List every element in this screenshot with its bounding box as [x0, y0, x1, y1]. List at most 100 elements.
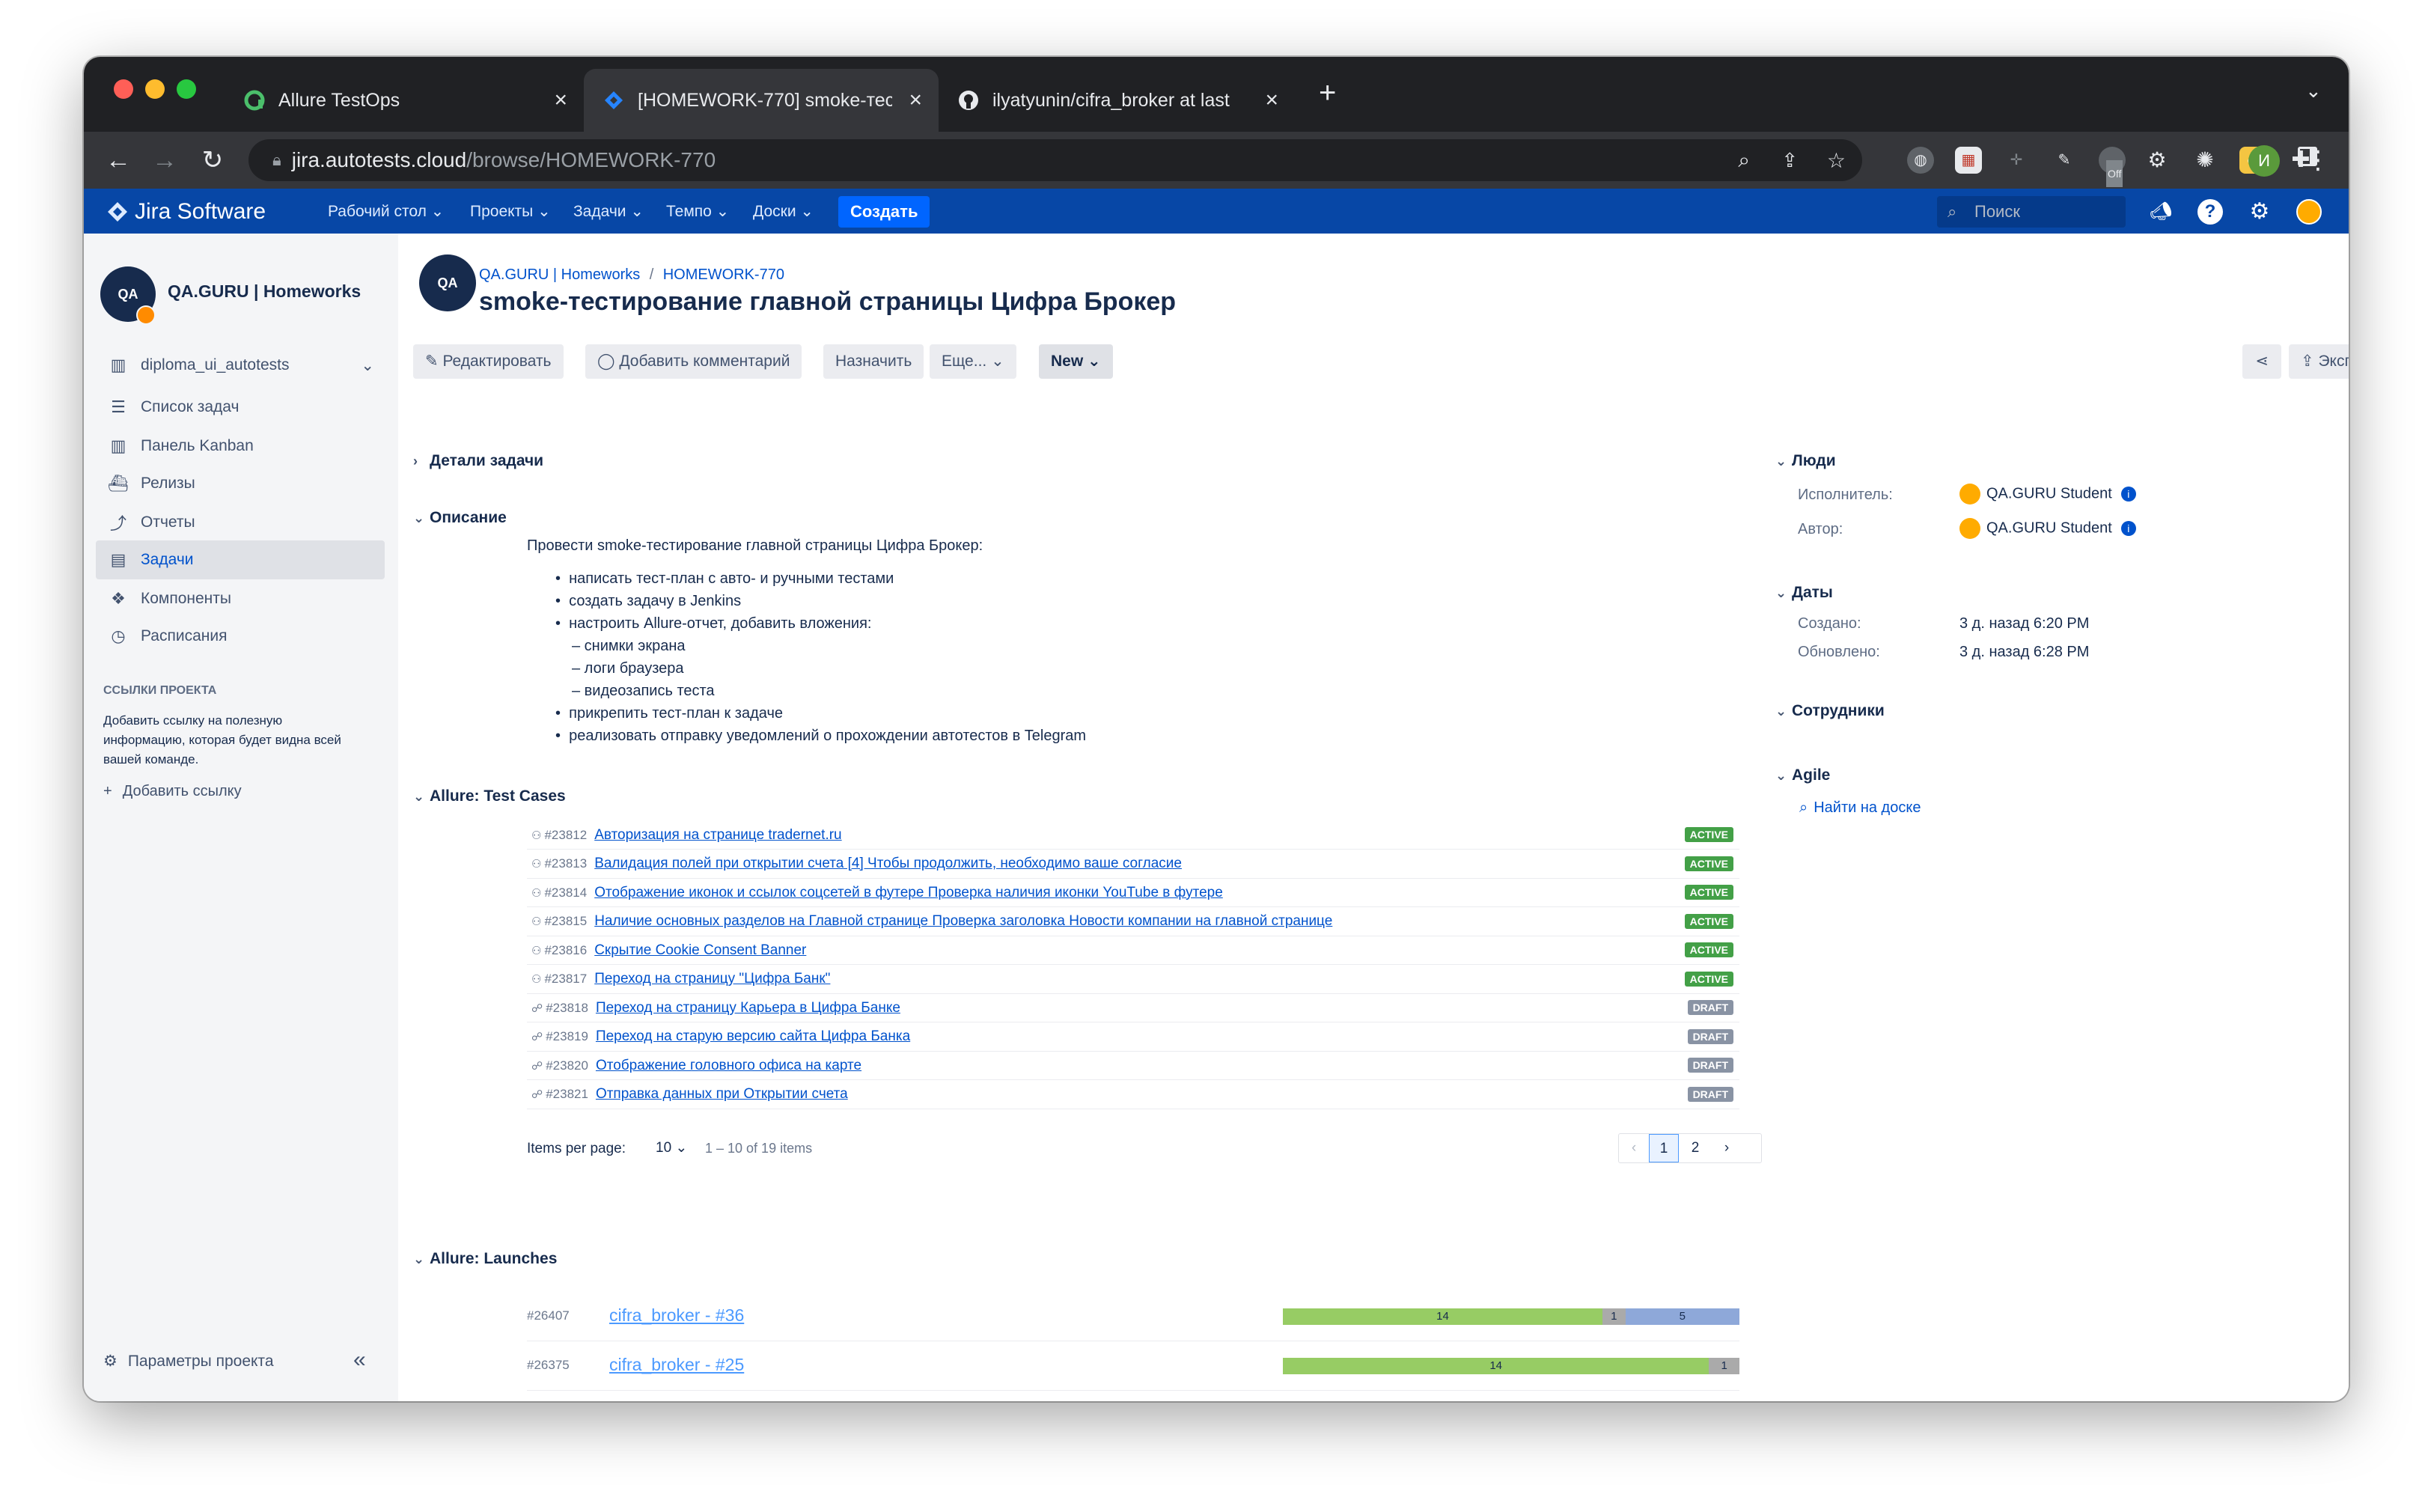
sidebar-item-reports[interactable]: ⤴ Отчеты — [96, 503, 385, 542]
new-tab-icon[interactable]: + — [1319, 78, 1336, 108]
menu-projects[interactable]: Проекты ⌄ — [470, 202, 551, 221]
test-case-link[interactable]: Скрытие Cookie Consent Banner — [594, 942, 806, 959]
items-per-page-select[interactable]: 10 ⌄ — [656, 1139, 687, 1156]
pen-extension-icon[interactable]: ✎ — [2051, 147, 2078, 174]
avatar — [1959, 484, 1980, 504]
test-case-link[interactable]: Переход на старую версию сайта Цифра Бан… — [596, 1028, 910, 1045]
sidebar-item-components[interactable]: ❖ Компоненты — [96, 579, 385, 618]
assign-button[interactable]: Назначить — [823, 344, 924, 379]
share-button[interactable]: ⋖ — [2242, 344, 2281, 379]
sidebar-item-releases[interactable]: ⛴︎ Релизы — [96, 464, 385, 503]
next-page-icon[interactable]: › — [1712, 1140, 1742, 1156]
create-button[interactable]: Создать — [838, 196, 930, 228]
sidepanel-icon[interactable] — [2332, 147, 2349, 174]
profile-avatar[interactable]: И — [2248, 145, 2280, 177]
tab-homework-770[interactable]: [HOMEWORK-770] smoke-тес × — [584, 69, 939, 132]
settings-gear-icon[interactable]: ⚙ — [2247, 199, 2272, 225]
user-avatar[interactable] — [2296, 199, 2322, 225]
globe-extension-icon[interactable]: ◍ — [1907, 147, 1934, 174]
off-extension-icon[interactable]: Off — [2099, 147, 2126, 187]
maximize-window-button[interactable] — [177, 79, 196, 99]
address-bar[interactable]: 🔒︎ jira.autotests.cloud/browse/HOMEWORK-… — [248, 139, 1862, 181]
menu-tempo[interactable]: Темпо ⌄ — [666, 202, 729, 221]
add-link-button[interactable]: + Добавить ссылку — [103, 783, 242, 800]
forward-icon[interactable]: → — [150, 145, 180, 175]
sidebar-item-issues[interactable]: ▤ Задачи — [96, 540, 385, 579]
gear-extension-icon[interactable]: ⚙ — [2144, 147, 2171, 174]
board-selector[interactable]: ▥ diploma_ui_autotests ⌄ — [96, 346, 385, 385]
test-case-link[interactable]: Отображение иконок и ссылок соцсетей в ф… — [594, 885, 1223, 901]
assignee-value[interactable]: QA.GURU Student i — [1959, 484, 2136, 504]
reporter-value[interactable]: QA.GURU Student i — [1959, 518, 2136, 539]
search-input[interactable]: ⌕ Поиск — [1937, 196, 2126, 228]
page-2-button[interactable]: 2 — [1679, 1140, 1712, 1156]
jira-logo[interactable]: Jira Software — [106, 199, 266, 225]
test-case-link[interactable]: Наличие основных разделов на Главной стр… — [594, 913, 1332, 930]
zoom-icon[interactable]: ⌕ — [1738, 148, 1750, 173]
bookmark-star-icon[interactable]: ☆ — [1827, 148, 1846, 173]
more-button[interactable]: Еще... ⌄ — [930, 344, 1016, 379]
sidebar-item-kanban[interactable]: ▥ Панель Kanban — [96, 427, 385, 466]
help-icon[interactable]: ? — [2197, 199, 2223, 225]
tab-github[interactable]: ilyatyunin/cifra_broker at last × — [939, 69, 1295, 132]
breadcrumb-project[interactable]: QA.GURU | Homeworks — [479, 266, 640, 283]
close-window-button[interactable] — [114, 79, 133, 99]
menu-label: Задачи — [573, 203, 626, 220]
launch-stats-segment: 14 — [1283, 1308, 1602, 1325]
share-icon[interactable]: ⇪ — [1781, 149, 1798, 172]
breadcrumb-issue-key[interactable]: HOMEWORK-770 — [663, 266, 784, 283]
launch-link[interactable]: cifra_broker - #25 — [609, 1355, 744, 1375]
reload-icon[interactable]: ↻ — [198, 145, 228, 175]
project-settings-link[interactable]: ⚙ Параметры проекта — [103, 1352, 274, 1371]
dates-section-toggle[interactable]: ⌄ Даты — [1775, 584, 1833, 602]
chevron-down-icon: ⌄ — [413, 789, 425, 804]
prev-page-icon[interactable]: ‹ — [1619, 1140, 1649, 1156]
project-name[interactable]: QA.GURU | Homeworks — [168, 281, 361, 302]
agile-section-toggle[interactable]: ⌄ Agile — [1775, 766, 1830, 784]
minimize-window-button[interactable] — [145, 79, 165, 99]
details-section-toggle[interactable]: › Детали задачи — [413, 452, 543, 470]
tab-search-chevron-icon[interactable]: ⌄ — [2305, 79, 2322, 103]
export-button[interactable]: ⇪ Экспорт ⌄ — [2289, 344, 2349, 379]
test-case-link[interactable]: Отправка данных при Открытии счета — [596, 1086, 848, 1103]
test-case-link[interactable]: Валидация полей при открытии счета [4] Ч… — [594, 856, 1182, 872]
info-icon[interactable]: i — [2120, 521, 2136, 536]
test-case-link[interactable]: Переход на страницу Карьера в Цифра Банк… — [596, 1000, 900, 1016]
menu-boards[interactable]: Доски ⌄ — [753, 202, 814, 221]
page-title: smoke-тестирование главной страницы Цифр… — [479, 287, 1177, 316]
menu-issues[interactable]: Задачи ⌄ — [573, 202, 644, 221]
test-case-id: #23819 — [546, 1029, 588, 1043]
browser-menu-icon[interactable]: ⋮ — [2305, 145, 2331, 175]
page-1-button[interactable]: 1 — [1649, 1134, 1679, 1162]
sidebar-item-backlog[interactable]: ☰ Список задач — [96, 388, 385, 427]
test-case-link[interactable]: Переход на страницу "Цифра Банк" — [594, 971, 830, 987]
edit-button[interactable]: ✎ Редактировать — [413, 344, 564, 379]
test-case-link[interactable]: Отображение головного офиса на карте — [596, 1058, 861, 1074]
description-section-toggle[interactable]: ⌄ Описание — [413, 509, 507, 527]
back-icon[interactable]: ← — [103, 145, 133, 175]
people-section-toggle[interactable]: ⌄ Люди — [1775, 452, 1836, 470]
tab-allure-testops[interactable]: Allure TestOps × — [225, 69, 584, 132]
menu-dashboards[interactable]: Рабочий стол ⌄ — [328, 202, 444, 221]
ruler-extension-icon[interactable]: ✛ — [2003, 147, 2030, 174]
status-button[interactable]: New ⌄ — [1039, 344, 1113, 379]
close-tab-icon[interactable]: × — [909, 89, 922, 112]
table-row: ⚇ #23814 Отображение иконок и ссылок соцсе… — [527, 879, 1739, 907]
sidebar-item-schedules[interactable]: ◷ Расписания — [96, 617, 385, 656]
close-tab-icon[interactable]: × — [1265, 89, 1278, 112]
staff-section-toggle[interactable]: ⌄ Сотрудники — [1775, 702, 1885, 720]
manual-test-icon: ⚇ — [531, 829, 542, 842]
calendar-extension-icon[interactable]: ▦ — [1955, 147, 1982, 174]
sun-extension-icon[interactable]: ✺ — [2191, 147, 2218, 174]
find-on-board-link[interactable]: ⌕ Найти на доске — [1799, 799, 1921, 817]
allure-test-cases-toggle[interactable]: ⌄ Allure: Test Cases — [413, 787, 566, 805]
announcement-icon[interactable]: 📣︎ — [2148, 199, 2174, 225]
status-badge: ACTIVE — [1684, 942, 1733, 957]
test-case-link[interactable]: Авторизация на странице tradernet.ru — [594, 827, 841, 844]
info-icon[interactable]: i — [2120, 487, 2136, 502]
allure-launches-toggle[interactable]: ⌄ Allure: Launches — [413, 1250, 557, 1268]
comment-button[interactable]: ◯ Добавить комментарий — [585, 344, 802, 379]
launch-link[interactable]: cifra_broker - #36 — [609, 1305, 744, 1326]
close-tab-icon[interactable]: × — [554, 89, 567, 112]
collapse-sidebar-icon[interactable]: « — [353, 1347, 366, 1373]
